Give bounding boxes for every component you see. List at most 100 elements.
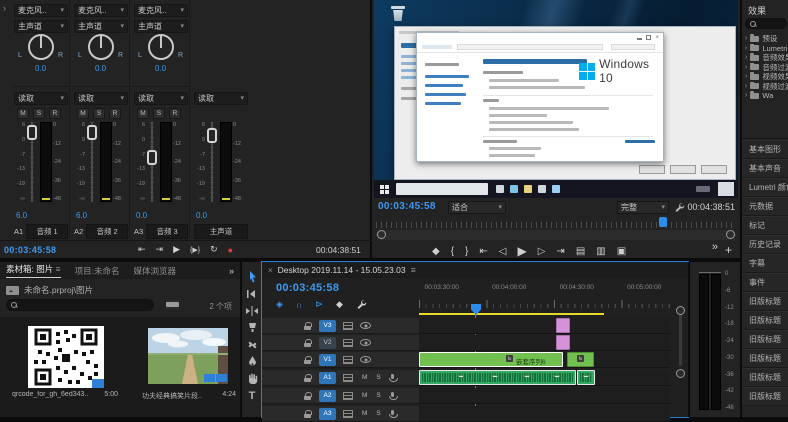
track-lock-icon[interactable] bbox=[304, 410, 311, 418]
export-frame-button[interactable]: ▣ bbox=[617, 246, 626, 257]
clip-v1-short[interactable]: fx bbox=[567, 352, 594, 367]
nest-toggle-icon[interactable]: ◈ bbox=[276, 299, 283, 310]
go-to-in-button[interactable]: ⇤ bbox=[479, 246, 487, 257]
pan-knob[interactable] bbox=[88, 34, 114, 60]
step-forward-button[interactable]: ▷ bbox=[538, 246, 546, 257]
step-back-button[interactable]: ◁ bbox=[499, 246, 507, 257]
track-output-eye-icon[interactable] bbox=[360, 356, 371, 363]
fader-thumb[interactable] bbox=[27, 125, 37, 140]
track-lock-icon[interactable] bbox=[304, 322, 311, 330]
input-select[interactable]: 麦克风..▾ bbox=[74, 4, 128, 17]
tab-overflow-chevron[interactable]: » bbox=[229, 266, 234, 276]
clip-a1-audio[interactable] bbox=[419, 370, 576, 385]
dock-tab[interactable]: 旧版标题 bbox=[742, 387, 788, 406]
mark-out-button[interactable]: } bbox=[465, 246, 468, 257]
add-marker-button[interactable]: ◆ bbox=[432, 246, 440, 257]
tab-bin-pictures[interactable]: 素材箱: 图片 ≡ bbox=[6, 263, 61, 278]
playback-resolution-select[interactable]: 完整▾ bbox=[617, 201, 669, 214]
mute-button[interactable]: M bbox=[77, 108, 89, 119]
fader-thumb[interactable] bbox=[87, 125, 97, 140]
volume-fader[interactable] bbox=[26, 122, 38, 202]
output-select[interactable]: 主声道▾ bbox=[14, 20, 68, 33]
voiceover-mic-icon[interactable] bbox=[390, 374, 395, 382]
voiceover-mic-icon[interactable] bbox=[390, 392, 395, 400]
settings-wrench-icon[interactable] bbox=[674, 202, 685, 213]
sequence-tab[interactable]: Desktop 2019.11.14 - 15.05.23.03 bbox=[278, 265, 406, 275]
record-arm-button[interactable]: R bbox=[49, 108, 61, 119]
track-name[interactable]: 音频 1 bbox=[26, 224, 68, 239]
hand-tool[interactable] bbox=[242, 370, 262, 387]
clip-a1-audio-short[interactable] bbox=[577, 370, 595, 385]
add-button[interactable]: + bbox=[725, 243, 732, 257]
panel-menu-icon[interactable]: ≡ bbox=[56, 264, 61, 274]
dock-tab[interactable]: 旧版标题 bbox=[742, 349, 788, 368]
go-to-out-button[interactable]: ⇥ bbox=[556, 246, 564, 257]
scrollbar-handle[interactable] bbox=[676, 306, 685, 315]
pan-knob[interactable] bbox=[148, 34, 174, 60]
effects-bin-row[interactable]: ›音频过渡 bbox=[742, 63, 788, 73]
linked-selection-icon[interactable]: ⊳ bbox=[315, 299, 323, 310]
fader-thumb[interactable] bbox=[207, 128, 217, 143]
automation-select[interactable]: 读取▾ bbox=[194, 92, 248, 105]
video-tracks-scrollbar[interactable] bbox=[679, 310, 682, 366]
output-select[interactable]: 主声道▾ bbox=[74, 20, 128, 33]
program-timecode[interactable]: 00:03:45:58 bbox=[378, 201, 436, 212]
volume-fader[interactable] bbox=[146, 122, 158, 202]
dock-tab[interactable]: 旧版标题 bbox=[742, 311, 788, 330]
track-output-eye-icon[interactable] bbox=[360, 322, 371, 329]
project-item-qrcode[interactable] bbox=[28, 326, 104, 388]
play-button[interactable]: ▶ bbox=[517, 244, 526, 258]
sync-lock-icon[interactable] bbox=[343, 322, 353, 330]
slip-tool[interactable] bbox=[242, 336, 262, 353]
track-name[interactable]: 主声道 bbox=[194, 224, 248, 239]
dock-tab[interactable]: 元数据 bbox=[742, 197, 788, 216]
item-name[interactable]: qrcode_for_gh_6ed343.. bbox=[12, 391, 88, 398]
dock-tab[interactable]: 旧版标题 bbox=[742, 292, 788, 311]
navigate-up-icon[interactable] bbox=[6, 286, 19, 295]
timeline-settings-wrench-icon[interactable] bbox=[356, 299, 367, 310]
zoom-level-select[interactable]: 适合▾ bbox=[448, 201, 506, 214]
time-ruler[interactable]: 00:03:30:0000:04:00:0000:04:30:0000:05:0… bbox=[419, 280, 670, 314]
project-search-input[interactable] bbox=[6, 299, 154, 311]
track-solo-button[interactable]: S bbox=[376, 410, 380, 417]
track-lock-icon[interactable] bbox=[304, 339, 311, 347]
go-to-out-button[interactable]: ⇥ bbox=[156, 244, 164, 255]
track-lock-icon[interactable] bbox=[304, 374, 311, 382]
track-solo-button[interactable]: S bbox=[376, 374, 380, 381]
sync-lock-icon[interactable] bbox=[343, 410, 353, 418]
pan-knob[interactable] bbox=[28, 34, 54, 60]
solo-button[interactable]: S bbox=[153, 108, 165, 119]
automation-select[interactable]: 读取▾ bbox=[134, 92, 188, 105]
item-name[interactable]: 功夫经典搞笑片段.. bbox=[142, 391, 202, 401]
mute-button[interactable]: M bbox=[137, 108, 149, 119]
effects-bin-row[interactable]: ›Lumetri 预设 bbox=[742, 44, 788, 54]
automation-select[interactable]: 读取▾ bbox=[74, 92, 128, 105]
razor-tool[interactable] bbox=[242, 319, 262, 336]
voiceover-mic-icon[interactable] bbox=[390, 410, 395, 418]
track-target-a2[interactable]: A2 bbox=[319, 390, 336, 402]
dock-tab[interactable]: 基本图形 bbox=[742, 140, 788, 159]
go-to-in-button[interactable]: ⇤ bbox=[138, 244, 146, 255]
effects-bin-row[interactable]: ›视频效果 bbox=[742, 72, 788, 82]
track-mute-button[interactable]: M bbox=[362, 392, 367, 399]
track-mute-button[interactable]: M bbox=[362, 374, 367, 381]
track-target-a3[interactable]: A3 bbox=[319, 408, 336, 420]
tab-media-browser[interactable]: 媒体浏览器 bbox=[133, 265, 176, 277]
selection-tool[interactable] bbox=[242, 268, 262, 285]
panel-expand-chevron[interactable]: › bbox=[3, 3, 6, 13]
sync-lock-icon[interactable] bbox=[343, 356, 353, 364]
input-select[interactable]: 麦克风..▾ bbox=[134, 4, 188, 17]
track-lock-icon[interactable] bbox=[304, 392, 311, 400]
play-button[interactable]: ▶ bbox=[173, 244, 180, 255]
clip-v2-pink[interactable] bbox=[556, 335, 570, 350]
lift-button[interactable]: ▤ bbox=[576, 246, 585, 257]
dock-tab[interactable]: 历史记录 bbox=[742, 235, 788, 254]
dock-tab[interactable]: Lumetri 颜色 bbox=[742, 178, 788, 197]
dock-tab[interactable]: 事件 bbox=[742, 273, 788, 292]
solo-button[interactable]: S bbox=[93, 108, 105, 119]
effects-bin-row[interactable]: ›Wa bbox=[742, 91, 788, 101]
fader-thumb[interactable] bbox=[147, 150, 157, 165]
project-item-video[interactable] bbox=[148, 328, 228, 384]
effects-search-input[interactable] bbox=[745, 18, 787, 29]
track-output-eye-icon[interactable] bbox=[360, 339, 371, 346]
